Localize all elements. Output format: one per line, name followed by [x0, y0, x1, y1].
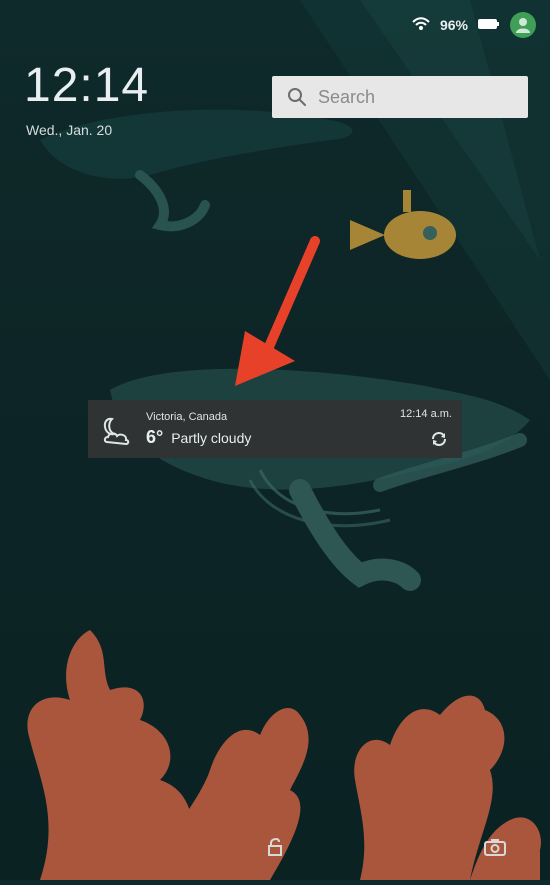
lockscreen-date: Wed., Jan. 20 — [26, 122, 113, 138]
battery-percentage: 96% — [439, 17, 468, 33]
battery-icon — [478, 17, 500, 33]
partly-cloudy-night-icon — [103, 417, 130, 446]
wifi-icon — [412, 16, 430, 34]
search-label: Search — [318, 86, 376, 107]
weather-widget[interactable]: Victoria, Canada 6° Partly cloudy 12:14 … — [88, 400, 462, 458]
unlock-icon[interactable] — [266, 838, 284, 856]
red-arrow-annotation — [235, 236, 320, 386]
camera-icon[interactable] — [484, 838, 506, 856]
person-icon — [516, 18, 530, 33]
weather-temperature: 6° — [146, 426, 164, 447]
weather-location: Victoria, Canada — [146, 410, 228, 423]
search-box[interactable]: Search — [272, 76, 528, 118]
status-bar: 96% — [412, 12, 536, 38]
refresh-icon[interactable] — [430, 430, 448, 448]
weather-updated-time: 12:14 a.m. — [400, 408, 452, 420]
lockscreen-clock: 12:14 — [24, 59, 150, 112]
user-avatar[interactable] — [510, 12, 536, 38]
search-icon — [288, 88, 306, 106]
weather-condition: Partly cloudy — [171, 429, 252, 446]
